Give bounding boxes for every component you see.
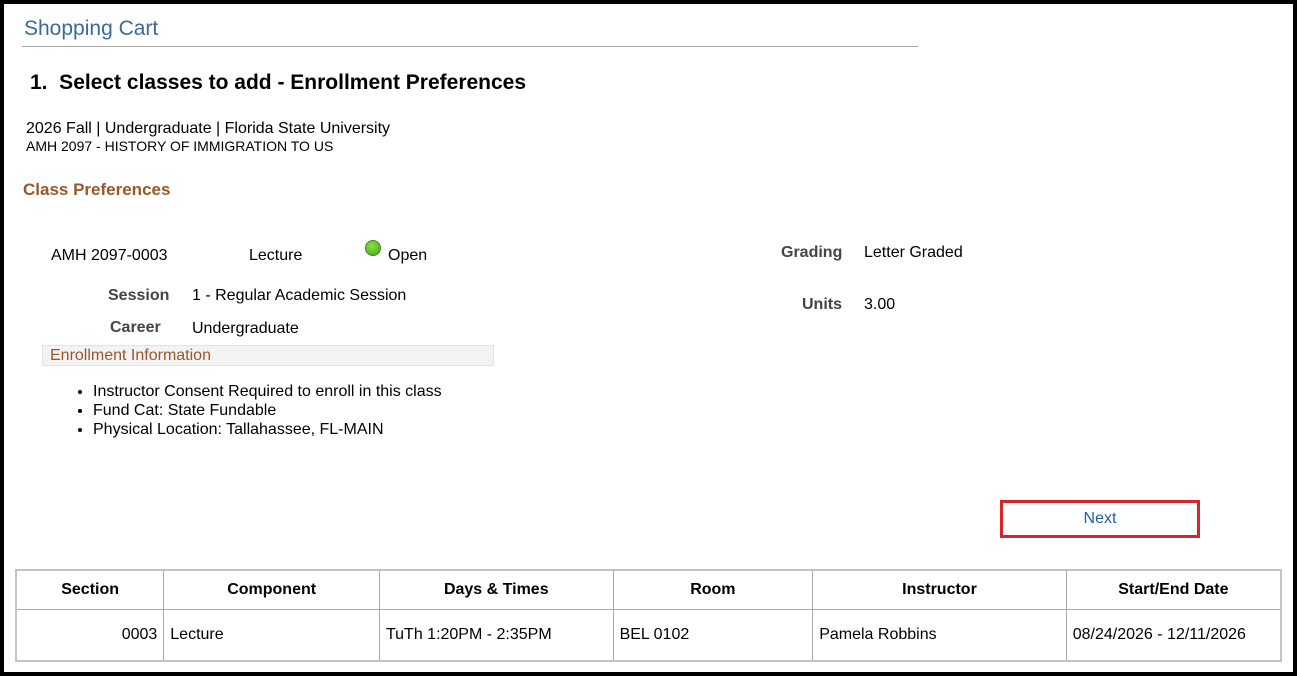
cell-component: Lecture xyxy=(163,609,380,662)
grading-label: Grading xyxy=(781,244,843,261)
section-table: Section Component Days & Times Room Inst… xyxy=(15,569,1282,662)
table-header-row: Section Component Days & Times Room Inst… xyxy=(15,569,1282,610)
cell-days-times: TuTh 1:20PM - 2:35PM xyxy=(378,609,614,662)
column-header-instructor: Instructor xyxy=(812,569,1067,610)
cell-instructor: Pamela Robbins xyxy=(812,609,1067,662)
session-label: Session xyxy=(108,287,170,304)
table-row: 0003 Lecture TuTh 1:20PM - 2:35PM BEL 01… xyxy=(15,609,1282,662)
cell-room: BEL 0102 xyxy=(612,609,814,662)
course-info: AMH 2097 - HISTORY OF IMMIGRATION TO US xyxy=(26,138,334,154)
column-header-section: Section xyxy=(15,569,165,610)
session-value: 1 - Regular Academic Session xyxy=(192,287,407,304)
column-header-days-times: Days & Times xyxy=(378,569,614,610)
enrollment-info-heading: Enrollment Information xyxy=(50,347,211,364)
class-section-code: AMH 2097-0003 xyxy=(51,247,168,264)
enrollment-info-header: Enrollment Information xyxy=(42,345,494,366)
units-label: Units xyxy=(802,296,842,313)
column-header-room: Room xyxy=(612,569,814,610)
open-status-icon xyxy=(365,240,381,256)
cell-section: 0003 xyxy=(15,609,165,662)
list-item: Fund Cat: State Fundable xyxy=(93,401,442,420)
career-label: Career xyxy=(110,319,161,336)
grading-value: Letter Graded xyxy=(864,244,963,261)
list-item: Physical Location: Tallahassee, FL-MAIN xyxy=(93,420,442,439)
page-title: Shopping Cart xyxy=(24,17,159,40)
list-item: Instructor Consent Required to enroll in… xyxy=(93,382,442,401)
class-preferences-heading: Class Preferences xyxy=(23,180,171,199)
cell-start-end-date: 08/24/2026 - 12/11/2026 xyxy=(1065,609,1282,662)
column-header-component: Component xyxy=(163,569,380,610)
next-button[interactable]: Next xyxy=(1000,500,1200,538)
class-component: Lecture xyxy=(249,247,303,264)
class-status: Open xyxy=(388,247,428,264)
career-value: Undergraduate xyxy=(192,320,299,337)
step-title: 1. Select classes to add - Enrollment Pr… xyxy=(30,71,527,94)
column-header-start-end-date: Start/End Date xyxy=(1065,569,1282,610)
units-value: 3.00 xyxy=(864,296,896,313)
enrollment-info-list: Instructor Consent Required to enroll in… xyxy=(74,382,442,439)
title-divider xyxy=(22,46,918,47)
next-button-label[interactable]: Next xyxy=(1084,510,1117,528)
term-info: 2026 Fall | Undergraduate | Florida Stat… xyxy=(26,120,391,137)
